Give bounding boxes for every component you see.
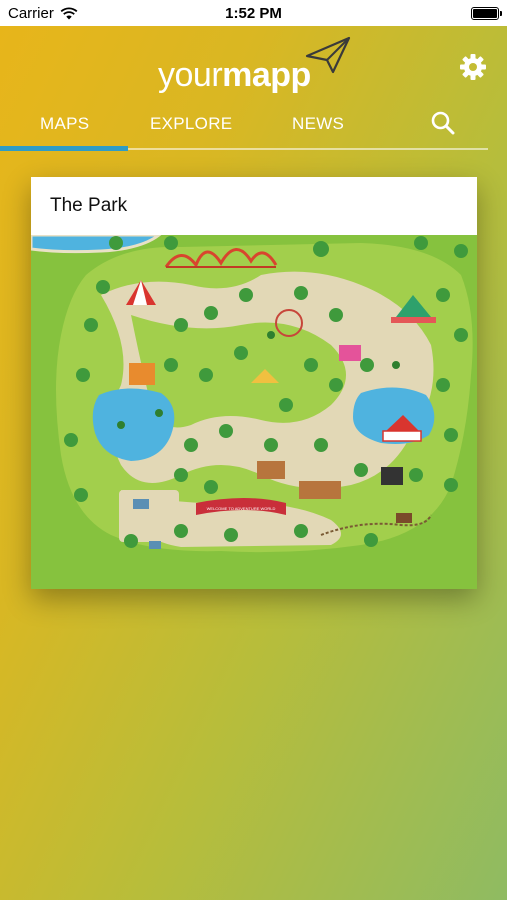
tab-explore[interactable]: EXPLORE — [150, 114, 232, 134]
status-bar: Carrier 1:52 PM — [0, 0, 507, 26]
paper-plane-icon — [305, 36, 351, 74]
status-left: Carrier — [8, 5, 78, 22]
tab-bar: MAPS EXPLORE NEWS — [0, 108, 507, 151]
app-logo: yourmapp — [158, 56, 311, 95]
park-map-illustration[interactable]: WELCOME TO ADVENTURE WORLD — [31, 235, 477, 589]
map-card[interactable]: The Park WELCOME TO ADVENTURE WORLD — [31, 177, 477, 589]
gear-icon[interactable] — [458, 52, 488, 82]
battery-icon — [471, 6, 502, 20]
active-tab-indicator — [0, 146, 128, 151]
wifi-icon — [60, 7, 78, 19]
welcome-banner: WELCOME TO ADVENTURE WORLD — [207, 506, 276, 511]
search-icon[interactable] — [430, 110, 456, 136]
carrier-label: Carrier — [8, 4, 54, 22]
tab-maps[interactable]: MAPS — [40, 114, 89, 134]
logo-bold-text: mapp — [222, 56, 311, 94]
map-card-title: The Park — [50, 195, 128, 216]
logo-light-text: your — [158, 56, 223, 94]
app-header: yourmapp — [0, 34, 507, 104]
tab-news[interactable]: NEWS — [292, 114, 344, 134]
battery-fill — [473, 8, 497, 18]
